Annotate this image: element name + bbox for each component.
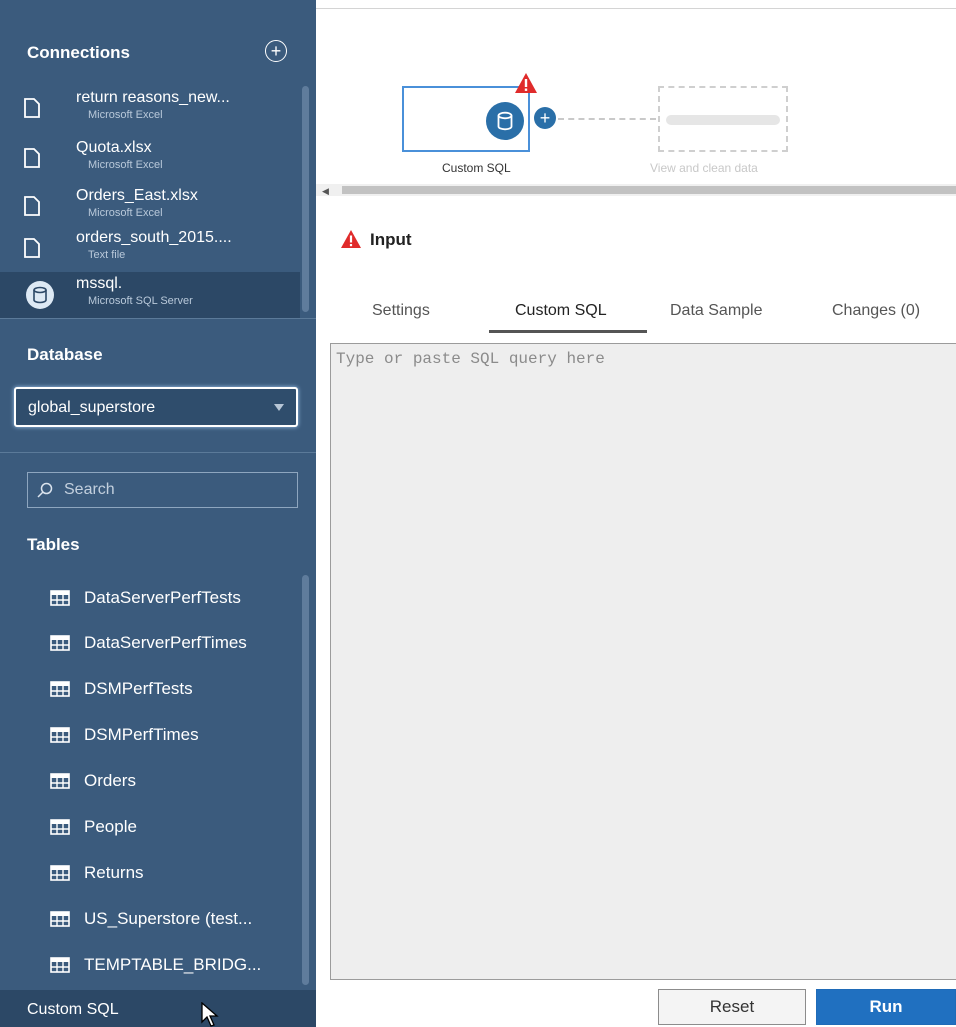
table-item[interactable]: TEMPTABLE_BRIDG... <box>0 946 300 986</box>
tables-scrollbar[interactable] <box>302 575 309 985</box>
database-icon <box>486 102 524 140</box>
ghost-node-label: View and clean data <box>650 161 758 175</box>
table-name: Returns <box>84 863 144 882</box>
search-input[interactable] <box>64 479 284 501</box>
database-icon <box>26 281 54 309</box>
tab-data-sample[interactable]: Data Sample <box>670 302 763 320</box>
table-name: DataServerPerfTests <box>84 588 241 607</box>
add-step-icon[interactable]: + <box>534 107 556 129</box>
divider <box>0 452 316 453</box>
table-item[interactable]: DataServerPerfTests <box>0 579 300 619</box>
chevron-down-icon <box>274 404 284 411</box>
table-name: DSMPerfTests <box>84 679 193 698</box>
connections-scrollbar[interactable] <box>302 86 309 312</box>
main-area: + Custom SQL View and clean data ◀ Input… <box>316 0 956 1027</box>
connection-type: Text file <box>88 249 126 261</box>
horizontal-scrollbar[interactable]: ◀ <box>316 184 956 196</box>
connection-name: return reasons_new... <box>76 89 230 106</box>
table-icon <box>50 773 70 789</box>
table-icon <box>50 635 70 651</box>
table-name: DataServerPerfTimes <box>84 633 247 652</box>
warning-icon <box>515 73 537 93</box>
connection-name: orders_south_2015.... <box>76 229 232 246</box>
tab-changes[interactable]: Changes (0) <box>832 302 920 320</box>
connections-title: Connections <box>27 43 130 62</box>
table-item[interactable]: Returns <box>0 854 300 894</box>
table-item[interactable]: DSMPerfTimes <box>0 716 300 756</box>
table-item[interactable]: US_Superstore (test... <box>0 900 300 940</box>
connections-list: return reasons_new... Microsoft Excel Qu… <box>0 86 316 318</box>
table-name: DSMPerfTimes <box>84 725 199 744</box>
table-icon <box>50 727 70 743</box>
run-button[interactable]: Run <box>816 989 956 1025</box>
connection-type: Microsoft SQL Server <box>88 295 193 307</box>
node-label: Custom SQL <box>442 161 511 175</box>
custom-sql-label: Custom SQL <box>27 1001 119 1018</box>
divider <box>316 8 956 9</box>
table-icon <box>50 957 70 973</box>
sql-editor[interactable] <box>330 343 956 980</box>
connection-name: mssql. <box>76 275 123 292</box>
connection-item[interactable]: return reasons_new... Microsoft Excel <box>0 86 300 132</box>
table-item[interactable]: People <box>0 808 300 848</box>
connection-type: Microsoft Excel <box>88 159 163 171</box>
table-icon <box>50 590 70 606</box>
sql-query-input[interactable] <box>331 344 956 979</box>
database-title: Database <box>27 345 103 364</box>
add-connection-icon[interactable]: + <box>265 40 287 62</box>
panel-title: Input <box>370 230 412 249</box>
table-icon <box>50 819 70 835</box>
connection-item[interactable]: Orders_East.xlsx Microsoft Excel <box>0 184 300 230</box>
table-item[interactable]: Orders <box>0 762 300 802</box>
file-icon <box>24 98 40 118</box>
table-item[interactable]: DSMPerfTests <box>0 670 300 710</box>
reset-button[interactable]: Reset <box>658 989 806 1025</box>
custom-sql-button[interactable]: Custom SQL <box>0 990 316 1027</box>
tables-title: Tables <box>27 535 80 554</box>
table-icon <box>50 865 70 881</box>
file-icon <box>24 196 40 216</box>
search-box[interactable] <box>27 472 298 508</box>
table-icon <box>50 911 70 927</box>
connection-type: Microsoft Excel <box>88 109 163 121</box>
connector-line <box>558 118 656 120</box>
connection-item-mssql[interactable]: mssql. Microsoft SQL Server <box>0 272 300 318</box>
ghost-node-bar <box>666 115 780 125</box>
divider <box>0 318 316 319</box>
tab-settings[interactable]: Settings <box>372 302 430 320</box>
sidebar: Connections + return reasons_new... Micr… <box>0 0 316 1027</box>
warning-icon <box>341 230 361 248</box>
connection-name: Quota.xlsx <box>76 139 152 156</box>
table-name: People <box>84 817 137 836</box>
scroll-left-icon[interactable]: ◀ <box>322 186 329 197</box>
connection-type: Microsoft Excel <box>88 207 163 219</box>
file-icon <box>24 238 40 258</box>
connection-name: Orders_East.xlsx <box>76 187 198 204</box>
search-icon <box>37 482 53 498</box>
connection-item[interactable]: Quota.xlsx Microsoft Excel <box>0 136 300 182</box>
mouse-cursor-icon <box>201 1002 219 1027</box>
database-dropdown-value: global_superstore <box>28 399 156 416</box>
connection-item[interactable]: orders_south_2015.... Text file <box>0 226 300 272</box>
table-item[interactable]: DataServerPerfTimes <box>0 624 300 664</box>
tab-custom-sql[interactable]: Custom SQL <box>515 302 607 320</box>
scrollbar-thumb[interactable] <box>342 186 956 194</box>
table-name: Orders <box>84 771 136 790</box>
table-name: TEMPTABLE_BRIDG... <box>84 955 262 974</box>
active-tab-indicator <box>489 330 647 333</box>
table-name: US_Superstore (test... <box>84 909 253 928</box>
file-icon <box>24 148 40 168</box>
database-dropdown[interactable]: global_superstore <box>14 387 298 427</box>
table-icon <box>50 681 70 697</box>
